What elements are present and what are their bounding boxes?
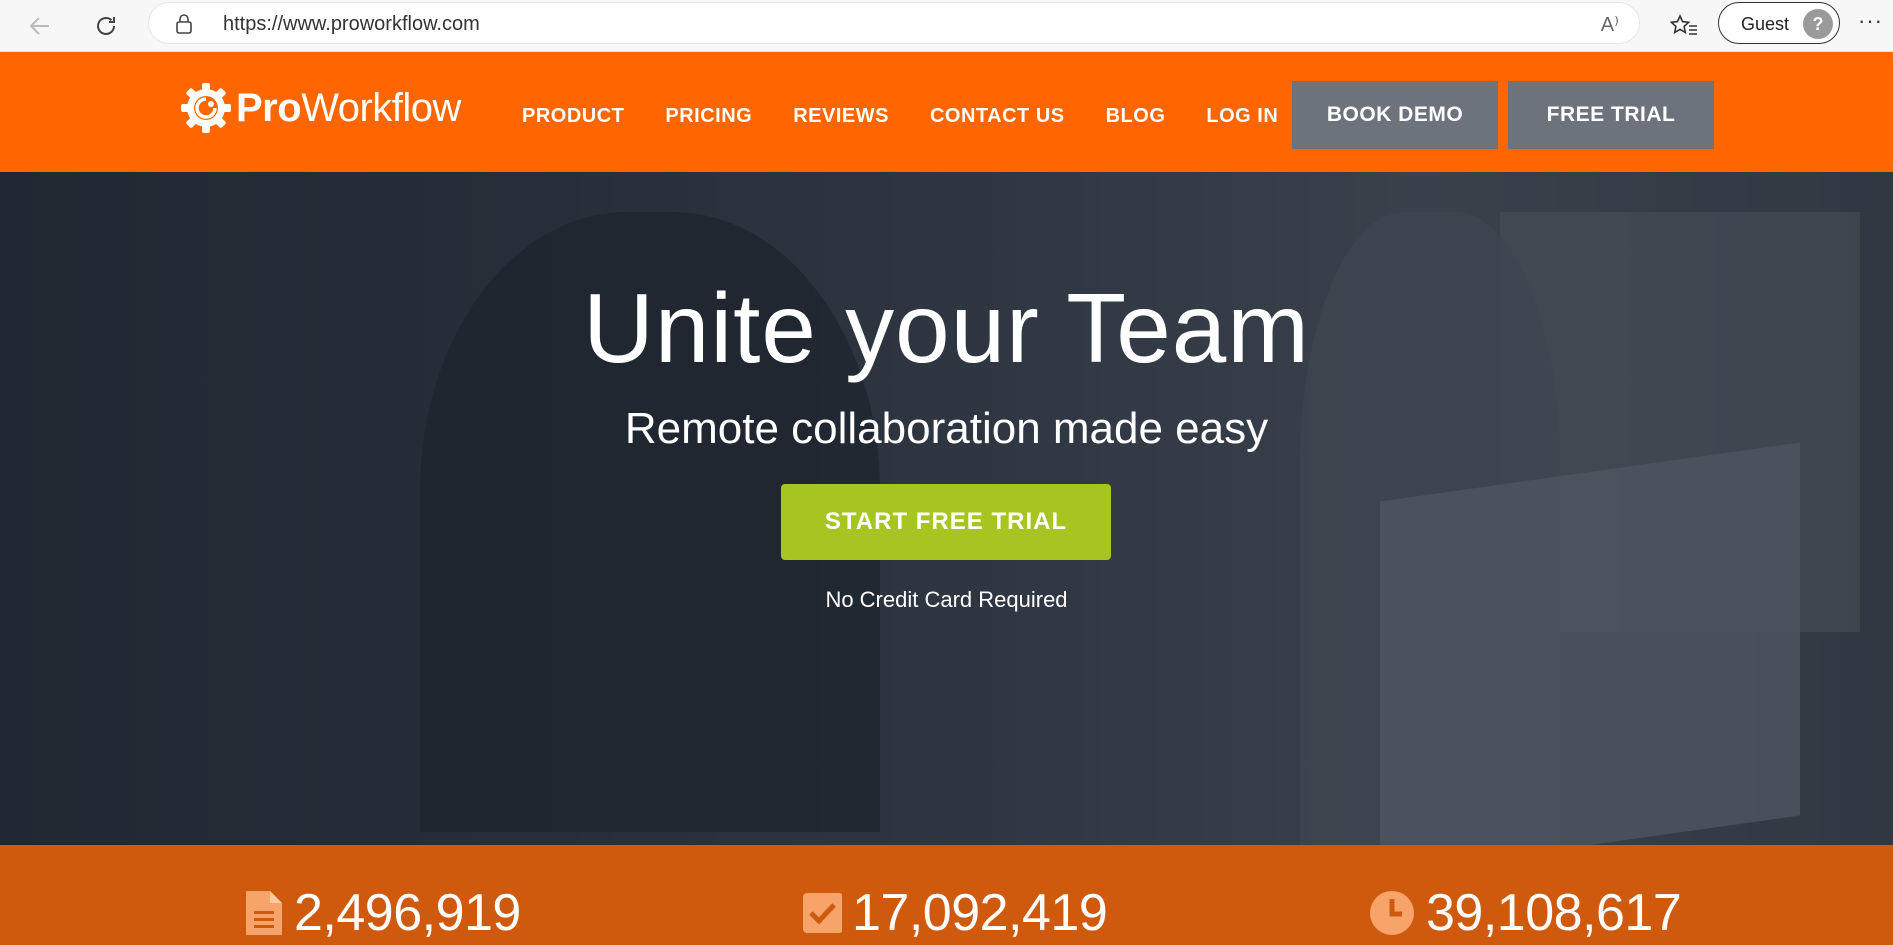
clock-icon	[1370, 891, 1414, 935]
stat-projects: 2,496,919	[244, 883, 521, 943]
nav-contact-us[interactable]: CONTACT US	[930, 105, 1065, 128]
nav-log-in[interactable]: LOG IN	[1206, 105, 1278, 128]
stat-value: 17,092,419	[852, 884, 1108, 942]
logo[interactable]: ProWorkflow	[180, 82, 461, 134]
address-bar[interactable]: https://www.proworkflow.com A⁾	[148, 2, 1640, 44]
browser-toolbar: https://www.proworkflow.com A⁾ Guest ? ·…	[0, 0, 1893, 52]
gear-logo-icon	[181, 83, 231, 133]
stats-bar: 2,496,919 17,092,419 39,108,617	[0, 845, 1893, 945]
url-text: https://www.proworkflow.com	[223, 13, 480, 35]
read-aloud-icon[interactable]: A⁾	[1601, 12, 1619, 37]
stat-tasks: 17,092,419	[802, 883, 1108, 943]
hero-section: Unite your Team Remote collaboration mad…	[0, 172, 1893, 845]
nav-product[interactable]: PRODUCT	[522, 105, 624, 128]
arrow-left-icon	[29, 17, 49, 35]
main-nav: PRODUCT PRICING REVIEWS CONTACT US BLOG …	[522, 105, 1319, 128]
lock-icon	[176, 14, 192, 34]
back-button[interactable]	[22, 8, 58, 44]
nav-reviews[interactable]: REVIEWS	[793, 105, 889, 128]
reload-icon	[97, 17, 115, 35]
nav-pricing[interactable]: PRICING	[665, 105, 752, 128]
stat-value: 39,108,617	[1426, 884, 1682, 942]
favorites-star-icon	[1670, 14, 1697, 35]
avatar-icon: ?	[1803, 9, 1833, 39]
free-trial-button[interactable]: FREE TRIAL	[1508, 81, 1714, 149]
favorites-button[interactable]	[1666, 8, 1702, 44]
hero-title: Unite your Team	[583, 273, 1310, 383]
reload-button[interactable]	[88, 8, 124, 44]
logo-text: ProWorkflow	[236, 86, 461, 130]
nav-blog[interactable]: BLOG	[1106, 105, 1166, 128]
more-options-icon[interactable]: ···	[1858, 8, 1883, 34]
site-header: ProWorkflow PRODUCT PRICING REVIEWS CONT…	[0, 52, 1893, 172]
hero-subtitle: Remote collaboration made easy	[624, 404, 1269, 453]
stat-time: 39,108,617	[1368, 883, 1682, 943]
document-icon	[246, 891, 282, 935]
start-free-trial-button[interactable]: START FREE TRIAL	[781, 484, 1111, 560]
no-credit-card-note: No Credit Card Required	[825, 587, 1068, 612]
checkbox-icon	[803, 893, 842, 933]
profile-button[interactable]: Guest ?	[1718, 2, 1840, 44]
book-demo-button[interactable]: BOOK DEMO	[1292, 81, 1498, 149]
stat-value: 2,496,919	[294, 884, 521, 942]
profile-label: Guest	[1741, 14, 1790, 34]
